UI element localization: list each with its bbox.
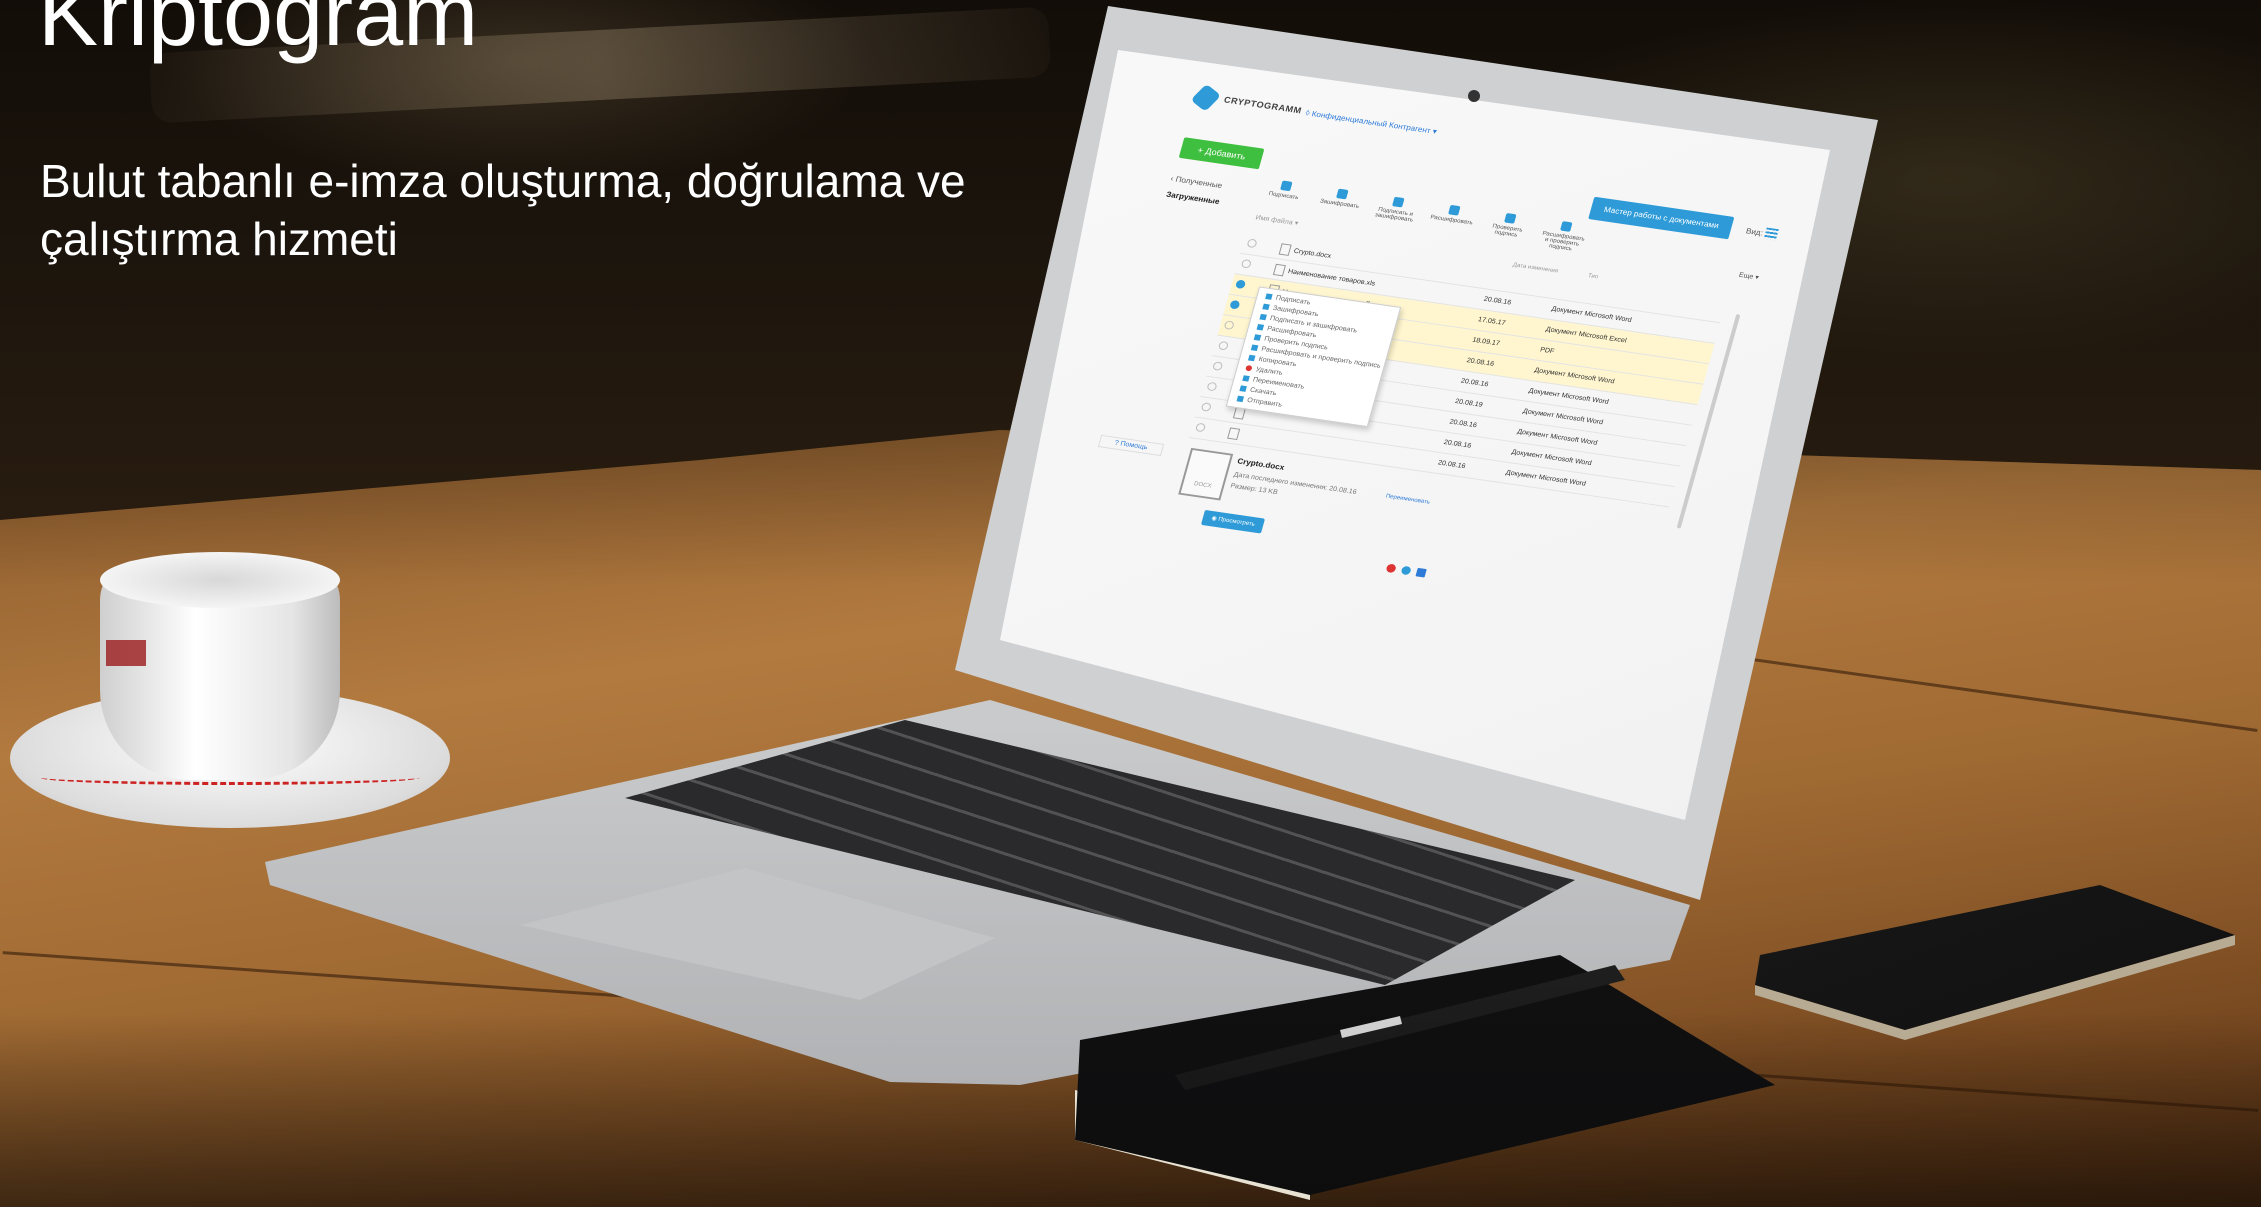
toolbar-decrypt-verify[interactable]: Расшифровать и проверить подпись bbox=[1539, 219, 1589, 254]
sidebar: ‹ Полученные Загруженные bbox=[1163, 174, 1225, 213]
column-header-type[interactable]: Тип bbox=[1587, 273, 1599, 280]
checkbox-icon[interactable] bbox=[1200, 402, 1212, 412]
file-name bbox=[1247, 411, 1249, 418]
menu-item-icon bbox=[1250, 344, 1259, 352]
checkbox-icon[interactable] bbox=[1246, 238, 1258, 249]
toolbar-label: Подписать bbox=[1267, 191, 1300, 202]
more-dropdown[interactable]: Еще ▾ bbox=[1738, 271, 1760, 281]
toolbar-label: Зашифровать bbox=[1319, 198, 1360, 210]
menu-item-icon bbox=[1239, 385, 1247, 393]
preview-size: Размер: 13 KB bbox=[1229, 482, 1279, 497]
photo-scene: CRYPTOGRAMM ◊ Конфиденциальный Контраген… bbox=[0, 0, 2261, 1207]
unlock-icon bbox=[1448, 204, 1461, 216]
help-link[interactable]: ? Помощь bbox=[1097, 434, 1165, 457]
toolbar-sign[interactable]: Подписать bbox=[1259, 178, 1309, 213]
menu-item-icon bbox=[1253, 334, 1262, 341]
preview-filename: Crypto.docx bbox=[1236, 456, 1286, 472]
checkbox-icon[interactable] bbox=[1223, 320, 1235, 331]
coffee-cup-rim bbox=[100, 552, 340, 608]
checkbox-icon[interactable] bbox=[1217, 340, 1230, 351]
slide-title: Kriptogram bbox=[38, 0, 479, 65]
filename-filter[interactable]: Имя файла ▾ bbox=[1255, 214, 1300, 227]
add-button[interactable]: + Добавить bbox=[1178, 137, 1265, 170]
sidebar-item-received[interactable]: ‹ Полученные bbox=[1170, 174, 1225, 190]
view-label: Вид: bbox=[1744, 226, 1765, 238]
breadcrumb[interactable]: ◊ Конфиденциальный Контрагент ▾ bbox=[1305, 109, 1438, 136]
brand-name: CRYPTOGRAMM bbox=[1222, 94, 1303, 116]
send-icon[interactable] bbox=[1415, 567, 1427, 578]
file-name bbox=[1241, 432, 1243, 439]
toolbar-label: Расшифровать и проверить подпись bbox=[1541, 230, 1586, 253]
lock-icon bbox=[1336, 188, 1349, 200]
check-icon bbox=[1504, 213, 1517, 224]
menu-item-icon bbox=[1256, 324, 1265, 331]
menu-item-icon bbox=[1245, 365, 1253, 372]
file-icon bbox=[1226, 426, 1241, 440]
checkbox-icon[interactable] bbox=[1194, 422, 1207, 433]
master-button[interactable]: Мастер работы с документами bbox=[1588, 196, 1735, 240]
cup-logo bbox=[106, 640, 146, 666]
checkbox-icon[interactable] bbox=[1229, 299, 1241, 310]
rename-link[interactable]: Переименовать bbox=[1385, 494, 1431, 506]
download-icon[interactable] bbox=[1400, 565, 1412, 576]
lock-pen-icon bbox=[1392, 196, 1405, 208]
menu-item-icon bbox=[1265, 293, 1273, 300]
toolbar-label: Подписать и зашифровать bbox=[1374, 207, 1414, 224]
menu-item-label: Отправить bbox=[1246, 397, 1283, 409]
list-view-icon[interactable] bbox=[1763, 227, 1779, 241]
file-name: Crypto.docx bbox=[1292, 247, 1333, 260]
checkbox-icon[interactable] bbox=[1212, 361, 1224, 371]
toolbar-sign-encrypt[interactable]: Подписать и зашифровать bbox=[1371, 194, 1421, 229]
preview-actions bbox=[1385, 563, 1427, 578]
checkbox-icon[interactable] bbox=[1240, 258, 1252, 269]
unlock-check-icon bbox=[1560, 221, 1573, 232]
menu-item-icon bbox=[1236, 395, 1245, 403]
pen-icon bbox=[1280, 180, 1293, 192]
delete-icon[interactable] bbox=[1385, 563, 1397, 574]
sidebar-item-uploaded[interactable]: Загруженные bbox=[1165, 190, 1220, 206]
menu-item-icon bbox=[1262, 303, 1270, 311]
view-button[interactable]: ◉ Просмотреть bbox=[1200, 509, 1266, 534]
toolbar-label: Проверить подпись bbox=[1491, 223, 1524, 239]
checkbox-icon[interactable] bbox=[1206, 381, 1218, 392]
camera-dot bbox=[1468, 90, 1480, 102]
slide-subtitle: Bulut tabanlı e-imza oluşturma, doğrulam… bbox=[40, 155, 966, 265]
file-icon bbox=[1272, 263, 1286, 276]
menu-item-icon bbox=[1247, 354, 1256, 362]
toolbar-verify[interactable]: Проверить подпись bbox=[1483, 211, 1533, 246]
toolbar-label: Расшифровать bbox=[1429, 214, 1474, 227]
menu-item-icon bbox=[1259, 313, 1267, 321]
toolbar-encrypt[interactable]: Зашифровать bbox=[1315, 186, 1365, 221]
checkbox-icon[interactable] bbox=[1234, 279, 1247, 290]
cryptogramm-logo-icon bbox=[1190, 83, 1222, 112]
menu-item-icon bbox=[1242, 375, 1250, 382]
document-thumbnail: DOCX bbox=[1178, 447, 1234, 501]
toolbar-decrypt[interactable]: Расшифровать bbox=[1427, 203, 1477, 238]
file-icon bbox=[1278, 242, 1292, 256]
